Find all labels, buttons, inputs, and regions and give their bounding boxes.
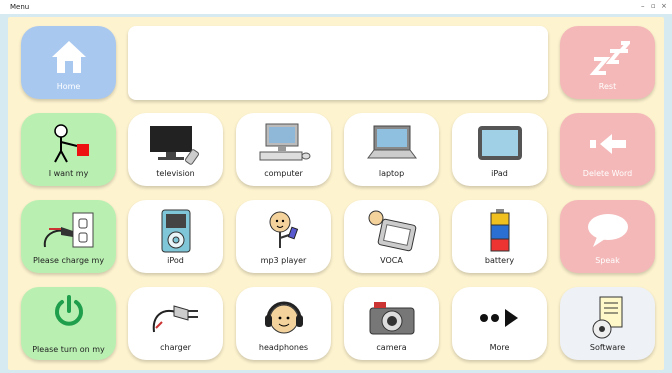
home-label: Home bbox=[56, 82, 81, 91]
delete-word-button[interactable]: Delete Word bbox=[560, 113, 655, 186]
camera-button[interactable]: camera bbox=[344, 287, 439, 360]
menu-button[interactable]: Menu bbox=[10, 3, 29, 11]
computer-icon bbox=[259, 123, 310, 161]
title-bar: Menu – ▫ × bbox=[0, 0, 672, 14]
speech-bubble-icon bbox=[587, 214, 628, 247]
tablet-icon bbox=[477, 126, 522, 160]
speak-button[interactable]: Speak bbox=[560, 200, 655, 273]
sleep-zzz-icon bbox=[589, 41, 630, 75]
backspace-arrow-icon bbox=[589, 134, 626, 154]
rest-label: Rest bbox=[598, 82, 617, 91]
i-want-my-label: I want my bbox=[48, 169, 89, 178]
charger-label: charger bbox=[160, 343, 191, 352]
please-charge-my-button[interactable]: Please charge my bbox=[21, 200, 116, 273]
ipod-label: iPod bbox=[167, 256, 184, 265]
maximize-button[interactable]: ▫ bbox=[651, 2, 656, 10]
please-charge-my-label: Please charge my bbox=[32, 256, 105, 265]
mp3-player-label: mp3 player bbox=[260, 256, 307, 265]
i-want-my-button[interactable]: I want my bbox=[21, 113, 116, 186]
close-button[interactable]: × bbox=[661, 2, 667, 10]
battery-button[interactable]: battery bbox=[452, 200, 547, 273]
house-icon bbox=[51, 41, 86, 73]
charger-button[interactable]: charger bbox=[128, 287, 223, 360]
ipad-label: iPad bbox=[491, 169, 508, 178]
camera-label: camera bbox=[376, 343, 407, 352]
speak-label: Speak bbox=[595, 256, 620, 265]
more-label: More bbox=[489, 343, 510, 352]
battery-icon bbox=[490, 209, 509, 252]
ipod-button[interactable]: iPod bbox=[128, 200, 223, 273]
speech-device-icon bbox=[368, 210, 416, 252]
please-turn-on-my-button[interactable]: Please turn on my bbox=[21, 287, 116, 360]
television-label: television bbox=[156, 169, 195, 178]
software-label: Software bbox=[589, 343, 626, 352]
headphones-icon bbox=[264, 301, 303, 334]
ipod-icon bbox=[161, 209, 190, 253]
communication-board: Home Rest I want my television computer … bbox=[8, 17, 664, 370]
charger-plug-icon bbox=[152, 305, 198, 333]
person-reaching-icon bbox=[53, 124, 89, 163]
voca-label: VOCA bbox=[380, 256, 403, 265]
television-button[interactable]: television bbox=[128, 113, 223, 186]
delete-word-label: Delete Word bbox=[582, 169, 633, 178]
more-button[interactable]: More bbox=[452, 287, 547, 360]
software-disc-icon bbox=[592, 296, 622, 339]
laptop-label: laptop bbox=[378, 169, 405, 178]
computer-label: computer bbox=[264, 169, 303, 178]
rest-button[interactable]: Rest bbox=[560, 26, 655, 99]
power-icon bbox=[54, 295, 83, 326]
voca-button[interactable]: VOCA bbox=[344, 200, 439, 273]
battery-label: battery bbox=[484, 256, 515, 265]
mp3-player-button[interactable]: mp3 player bbox=[236, 200, 331, 273]
television-icon bbox=[149, 126, 199, 165]
headphones-label: headphones bbox=[258, 343, 309, 352]
ipad-button[interactable]: iPad bbox=[452, 113, 547, 186]
software-button[interactable]: Software bbox=[560, 287, 655, 360]
laptop-button[interactable]: laptop bbox=[344, 113, 439, 186]
camera-icon bbox=[369, 302, 414, 335]
person-with-mp3-player-icon bbox=[269, 211, 298, 248]
message-bar[interactable] bbox=[128, 26, 548, 100]
minimize-button[interactable]: – bbox=[641, 2, 645, 10]
headphones-button[interactable]: headphones bbox=[236, 287, 331, 360]
laptop-icon bbox=[366, 125, 417, 159]
more-arrow-icon bbox=[479, 309, 518, 327]
home-button[interactable]: Home bbox=[21, 26, 116, 99]
please-turn-on-my-label: Please turn on my bbox=[32, 345, 105, 354]
app-window: Menu – ▫ × Home Rest I want my televisio… bbox=[0, 0, 672, 373]
plug-outlet-icon bbox=[43, 212, 93, 248]
computer-button[interactable]: computer bbox=[236, 113, 331, 186]
